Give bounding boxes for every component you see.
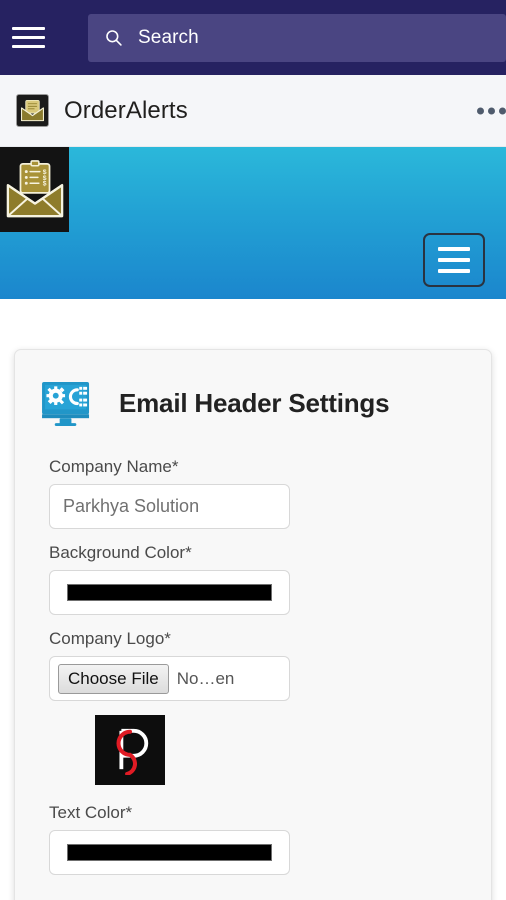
field-company-name: Company Name* bbox=[40, 457, 466, 529]
company-logo-label: Company Logo* bbox=[49, 629, 171, 648]
parkhya-p-logo bbox=[95, 715, 165, 785]
more-dot bbox=[499, 107, 506, 114]
background-color-label: Background Color* bbox=[49, 543, 192, 562]
main-content: Email Header Settings Company Name* Back… bbox=[0, 299, 506, 900]
hamburger-menu-icon-line bbox=[438, 269, 470, 273]
company-name-input[interactable] bbox=[49, 484, 290, 529]
search-icon bbox=[106, 29, 122, 46]
hamburger-menu-icon-line bbox=[438, 258, 470, 262]
choose-file-button[interactable]: Choose File bbox=[58, 663, 169, 694]
hamburger-menu-icon-line bbox=[11, 36, 45, 39]
envelope-app-icon bbox=[16, 94, 49, 127]
text-color-swatch bbox=[67, 844, 272, 861]
email-header-settings-card: Email Header Settings Company Name* Back… bbox=[14, 349, 492, 900]
search-placeholder-text: Search bbox=[138, 26, 199, 48]
field-company-logo: Company Logo* Choose File No…en bbox=[40, 629, 466, 701]
text-color-picker[interactable] bbox=[49, 830, 290, 875]
hamburger-menu-button[interactable] bbox=[0, 0, 56, 75]
company-logo-file-input[interactable]: Choose File No…en bbox=[49, 656, 290, 701]
background-color-picker[interactable] bbox=[49, 570, 290, 615]
hamburger-menu-icon-line bbox=[11, 45, 45, 48]
svg-text:$: $ bbox=[42, 180, 46, 187]
page-title: Email Header Settings bbox=[119, 388, 390, 418]
card-header: Email Header Settings bbox=[40, 380, 466, 427]
more-dot bbox=[477, 107, 484, 114]
hamburger-menu-icon-line bbox=[11, 27, 45, 30]
field-text-color: Text Color* bbox=[40, 803, 466, 875]
field-background-color: Background Color* bbox=[40, 543, 466, 615]
hamburger-menu-icon-line bbox=[438, 247, 470, 251]
more-horizontal-icon[interactable] bbox=[473, 99, 506, 122]
text-color-label: Text Color* bbox=[49, 803, 133, 822]
app-title: OrderAlerts bbox=[64, 96, 188, 124]
chosen-file-name: No…en bbox=[176, 668, 235, 688]
site-banner: $ $ $ bbox=[0, 147, 506, 299]
envelope-invoice-logo[interactable]: $ $ $ bbox=[0, 147, 69, 232]
banner-menu-toggle-button[interactable] bbox=[423, 233, 485, 287]
app-header-row: OrderAlerts bbox=[0, 75, 506, 147]
monitor-settings-icon bbox=[42, 381, 90, 427]
more-dot bbox=[488, 107, 495, 114]
background-color-swatch bbox=[67, 584, 272, 601]
search-input[interactable]: Search bbox=[88, 13, 506, 62]
top-navigation-bar: Search bbox=[0, 0, 506, 75]
company-name-label: Company Name* bbox=[49, 457, 179, 476]
